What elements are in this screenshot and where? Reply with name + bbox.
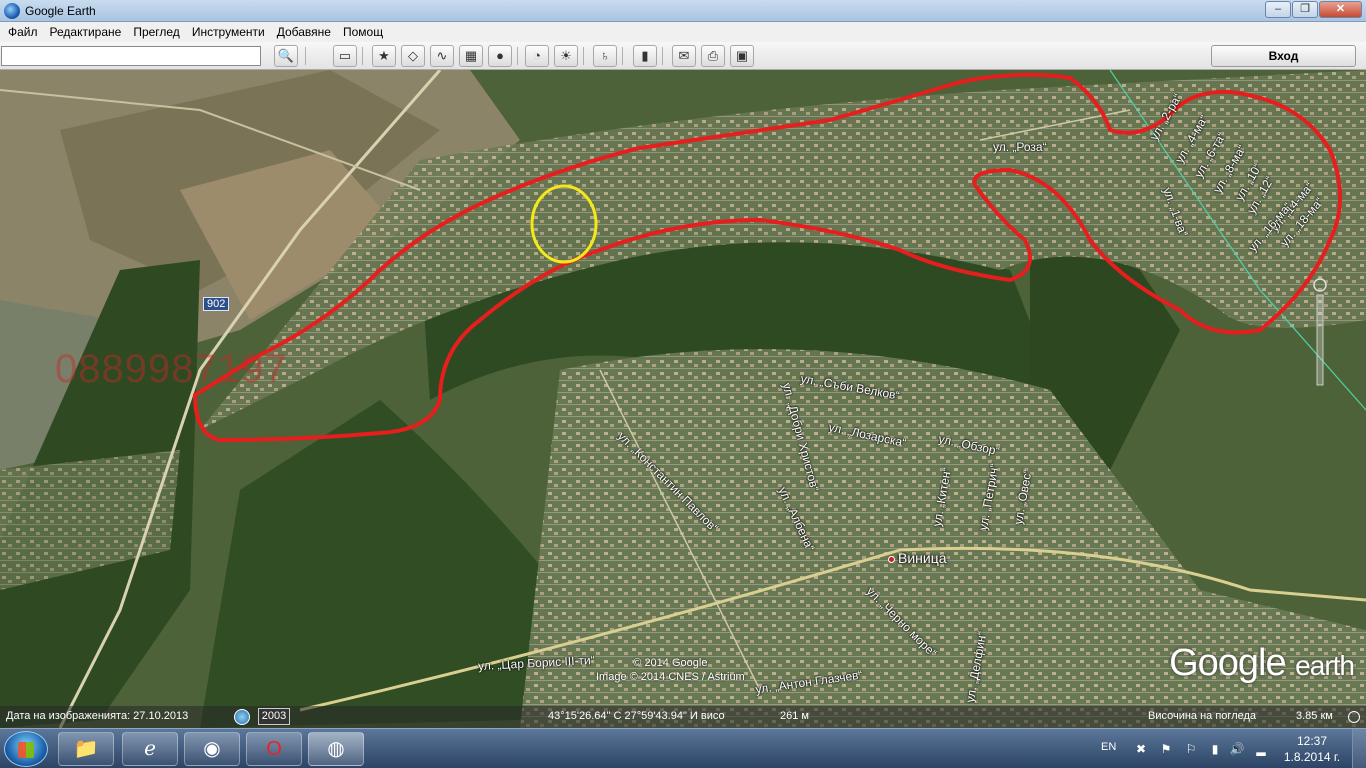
menu-add[interactable]: Добавяне [271, 25, 337, 39]
email-icon[interactable]: ✉ [672, 45, 696, 67]
eye-altitude-label: Височина на погледа [1148, 710, 1257, 722]
toolbar: 🔍 ▭ ★ ◇ ∿ ▦ ● ◔ ☀ ♄ ▮ ✉ ⎙ ▣ Вход [0, 42, 1366, 70]
town-label[interactable]: Виница [888, 550, 947, 566]
show-desktop-button[interactable] [1352, 729, 1366, 768]
map-view[interactable]: ул. „Роза“ ул. „2-ра“ ул. „4-ма“ ул. „6-… [0, 70, 1366, 728]
satellite-imagery[interactable] [0, 70, 1366, 728]
title-bar: Google Earth – ❐ ✕ [0, 0, 1366, 22]
toolbar-divider [583, 47, 584, 65]
eye-altitude-value: 3.85 км [1296, 710, 1333, 722]
menu-file[interactable]: Файл [2, 25, 44, 39]
language-indicator[interactable]: EN [1101, 741, 1116, 753]
window-controls: – ❐ ✕ [1264, 1, 1362, 18]
add-image-overlay-icon[interactable]: ▦ [459, 45, 483, 67]
network-icon[interactable]: ✖ [1133, 741, 1149, 757]
brand-google: Google [1169, 642, 1287, 684]
toolbar-divider [517, 47, 518, 65]
sidebar-toggle-icon[interactable]: ▭ [333, 45, 357, 67]
minimize-button[interactable]: – [1265, 1, 1291, 18]
street-label: ул. „Роза“ [993, 140, 1047, 154]
road-number-shield: 902 [203, 297, 230, 311]
add-polygon-icon[interactable]: ◇ [401, 45, 425, 67]
restore-button[interactable]: ❐ [1292, 1, 1318, 18]
taskbar: 📁 ℯ ◉ O ◍ EN ✖ ⚑ ⚐ ▮ 🔊 ▂ 12:37 1.8.2014 … [0, 728, 1366, 768]
toolbar-divider [305, 47, 306, 65]
window-title: Google Earth [25, 3, 96, 18]
google-earth-icon [4, 2, 20, 19]
signal-icon[interactable]: ▂ [1253, 741, 1269, 757]
view-in-maps-icon[interactable]: ▣ [730, 45, 754, 67]
imagery-year[interactable]: 2003 [258, 708, 290, 725]
opera-taskbar-icon[interactable]: O [246, 732, 302, 766]
search-icon[interactable]: 🔍 [274, 45, 298, 67]
phone-watermark: 0889987197 [55, 347, 288, 391]
sunlight-icon[interactable]: ☀ [554, 45, 578, 67]
planet-switch-icon[interactable]: ♄ [593, 45, 617, 67]
menu-help[interactable]: Помощ [337, 25, 389, 39]
menu-tools[interactable]: Инструменти [186, 25, 271, 39]
status-bar: Дата на изображенията: 27.10.2013 2003 4… [0, 706, 1366, 728]
google-earth-logo: Google earth [1169, 642, 1355, 685]
toolbar-divider [622, 47, 623, 65]
historical-clock-icon[interactable] [234, 709, 250, 725]
google-earth-taskbar-icon[interactable]: ◍ [308, 732, 364, 766]
add-placemark-icon[interactable]: ★ [372, 45, 396, 67]
start-button[interactable] [4, 731, 48, 767]
record-tour-icon[interactable]: ● [488, 45, 512, 67]
town-marker-icon [888, 555, 895, 563]
internet-explorer-taskbar-icon[interactable]: ℯ [122, 732, 178, 766]
copyright-google: © 2014 Google [633, 657, 708, 669]
menu-bar: Файл Редактиране Преглед Инструменти Доб… [0, 22, 1366, 42]
power-icon[interactable]: ▮ [1207, 741, 1223, 757]
imagery-copyright: © 2014 Google Image © 2014 CNES / Astriu… [596, 656, 745, 684]
toolbar-divider [662, 47, 663, 65]
menu-edit[interactable]: Редактиране [44, 25, 128, 39]
action-center-icon[interactable]: ⚑ [1158, 741, 1174, 757]
town-name: Виница [898, 550, 947, 566]
print-icon[interactable]: ⎙ [701, 45, 725, 67]
ruler-icon[interactable]: ▮ [633, 45, 657, 67]
historical-imagery-icon[interactable]: ◔ [525, 45, 549, 67]
copyright-imagery: Image © 2014 CNES / Astrium [596, 671, 745, 683]
system-clock[interactable]: 12:37 1.8.2014 г. [1282, 733, 1342, 765]
status-indicator-icon [1348, 711, 1360, 723]
login-button[interactable]: Вход [1211, 45, 1356, 67]
toolbar-divider [362, 47, 363, 65]
search-input[interactable] [1, 46, 261, 66]
flag-icon[interactable]: ⚐ [1183, 741, 1199, 757]
explorer-taskbar-icon[interactable]: 📁 [58, 732, 114, 766]
clock-date: 1.8.2014 г. [1283, 750, 1341, 764]
menu-view[interactable]: Преглед [127, 25, 186, 39]
coordinates-readout: 43°15'26.64" С 27°59'43.94" И висо [548, 710, 725, 722]
firefox-taskbar-icon[interactable]: ◉ [184, 732, 240, 766]
clock-time: 12:37 [1296, 734, 1328, 748]
add-path-icon[interactable]: ∿ [430, 45, 454, 67]
brand-earth: earth [1295, 650, 1355, 681]
elevation-readout: 261 м [780, 710, 809, 722]
volume-icon[interactable]: 🔊 [1229, 741, 1245, 757]
imagery-date: Дата на изображенията: 27.10.2013 [6, 710, 189, 722]
close-button[interactable]: ✕ [1319, 1, 1362, 18]
